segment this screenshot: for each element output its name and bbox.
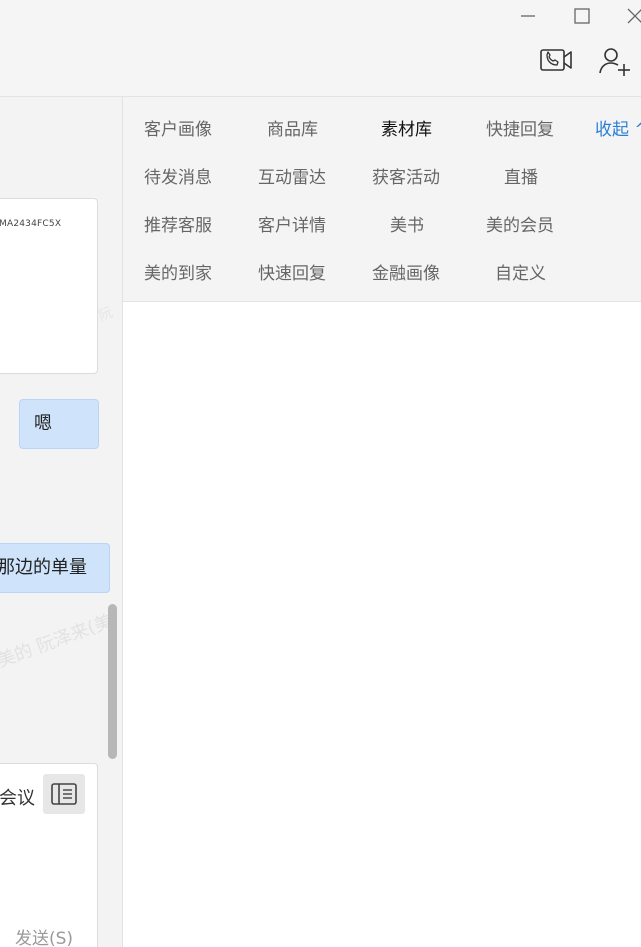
chat-bubble[interactable]: 嗯 [19,399,99,449]
quick-panel-button[interactable] [43,774,85,814]
tool-acquisition-activity[interactable]: 获客活动 [372,163,440,188]
title-bar [0,0,641,97]
tool-quick-reply[interactable]: 快捷回复 [486,115,554,140]
sidebar-panel-icon [51,783,77,805]
card-code: MA2434FC5X [0,219,62,229]
tool-finance-profile[interactable]: 金融画像 [372,259,440,284]
close-icon[interactable] [622,4,641,28]
maximize-icon[interactable] [569,4,595,28]
tool-customer-details[interactable]: 客户详情 [258,211,326,236]
message-card[interactable]: MA2434FC5X [0,198,98,374]
watermark: 美的 阮泽来(美 [0,610,116,672]
collapse-button[interactable]: 收起 ^ [595,115,641,140]
tool-live-stream[interactable]: 直播 [504,163,538,188]
tool-product-library[interactable]: 商品库 [267,115,318,140]
video-call-icon[interactable] [538,44,574,78]
send-button[interactable]: 发送(S) [15,924,73,947]
tool-midea-member[interactable]: 美的会员 [486,211,554,236]
tool-midea-book[interactable]: 美书 [390,211,424,236]
tool-midea-home[interactable]: 美的到家 [144,259,212,284]
minimize-icon[interactable] [515,4,541,28]
chat-bubble[interactable]: 那边的单量 [0,543,110,593]
tool-pending-messages[interactable]: 待发消息 [144,163,212,188]
tool-custom[interactable]: 自定义 [495,259,546,284]
tool-customer-profile[interactable]: 客户画像 [144,115,212,140]
tool-panel: 客户画像 商品库 素材库 快捷回复 收起 ^ 待发消息 互动雷达 获客活动 直播… [123,97,641,302]
tool-fast-reply[interactable]: 快速回复 [258,259,326,284]
tool-interaction-radar[interactable]: 互动雷达 [258,163,326,188]
chat-scrollbar[interactable] [108,604,117,759]
message-input[interactable]: 会议 发送(S) [0,763,98,947]
tool-recommend-service[interactable]: 推荐客服 [144,211,212,236]
draft-text: 会议 [0,788,35,809]
tool-material-library[interactable]: 素材库 [381,115,432,140]
add-user-icon[interactable] [596,44,632,78]
chat-panel: 组-阮 MA2434FC5X 嗯 那边的单量 美的 阮泽来(美 会议 发送(S) [0,97,123,947]
tool-content-area [123,302,641,947]
